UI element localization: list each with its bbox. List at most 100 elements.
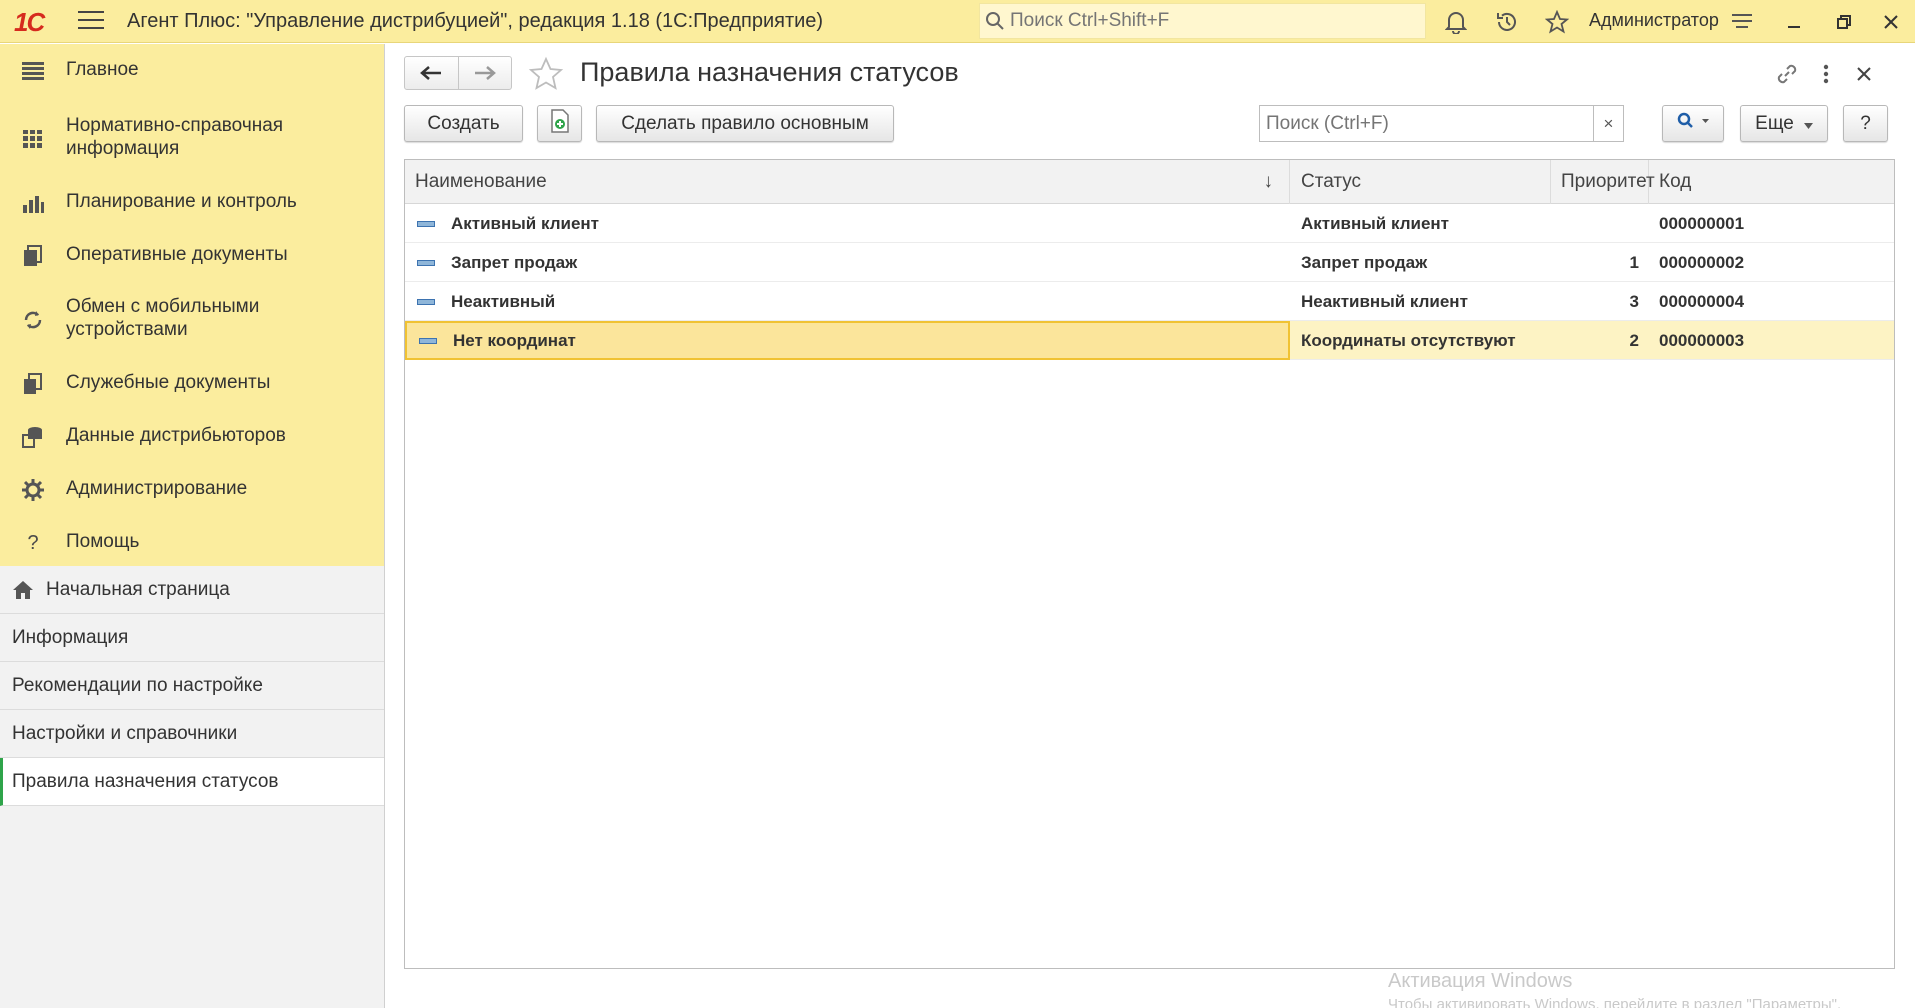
- table-row-selected[interactable]: Нет координат Координаты отсутствуют 2 0…: [405, 321, 1894, 360]
- minimize-icon[interactable]: [1780, 8, 1808, 36]
- bell-icon[interactable]: [1442, 8, 1470, 36]
- section-label: Администрирование: [66, 478, 248, 499]
- table-row[interactable]: Активный клиент Активный клиент 00000000…: [405, 204, 1894, 243]
- gear-icon: [20, 477, 46, 503]
- section-planning[interactable]: Планирование и контроль: [0, 190, 384, 220]
- more-label: Еще: [1755, 112, 1794, 134]
- main-form: Правила назначения статусов Создать Сдел…: [386, 44, 1915, 1008]
- column-header-status[interactable]: Статус: [1291, 160, 1551, 204]
- cell-code: 000000001: [1659, 213, 1745, 233]
- column-label: Код: [1659, 171, 1692, 192]
- create-button[interactable]: Создать: [404, 105, 523, 142]
- open-window-home[interactable]: Начальная страница: [0, 566, 384, 614]
- windows-activation-text: Чтобы активировать Windows, перейдите в …: [1388, 996, 1842, 1008]
- open-window-label: Правила назначения статусов: [12, 770, 279, 792]
- section-label: Нормативно-справочная информация: [66, 115, 284, 159]
- question-icon: ?: [27, 531, 39, 554]
- cell-code: 000000004: [1659, 291, 1745, 311]
- column-header-code[interactable]: Код: [1649, 160, 1894, 204]
- section-mobile-exchange[interactable]: Обмен с мобильными устройствами: [0, 295, 384, 345]
- home-icon: [12, 580, 34, 600]
- cell-priority: 3: [1629, 291, 1639, 311]
- cell-priority: 1: [1629, 252, 1639, 272]
- open-window-status-rules[interactable]: Правила назначения статусов: [0, 758, 384, 806]
- search-icon: [1676, 112, 1710, 136]
- cell-status: Запрет продаж: [1301, 252, 1428, 272]
- sidebar: Главное Нормативно-справочная информация…: [0, 44, 385, 1008]
- sections-panel: Главное Нормативно-справочная информация…: [0, 44, 384, 566]
- forward-arrow-icon[interactable]: [457, 57, 512, 89]
- cell-name: Нет координат: [453, 330, 576, 350]
- column-header-name[interactable]: Наименование ↓: [405, 160, 1290, 204]
- column-header-priority[interactable]: Приоритет: [1551, 160, 1655, 204]
- cell-status: Активный клиент: [1301, 213, 1449, 233]
- sort-desc-icon: ↓: [1263, 171, 1274, 192]
- cell-code: 000000002: [1659, 252, 1745, 272]
- column-label: Наименование: [415, 171, 547, 192]
- table-row[interactable]: Неактивный Неактивный клиент 3 000000004: [405, 282, 1894, 321]
- more-vertical-icon[interactable]: [1812, 60, 1840, 88]
- section-label: Обмен с мобильными устройствами: [66, 296, 260, 340]
- close-form-icon[interactable]: [1850, 60, 1878, 88]
- section-label: Данные дистрибьюторов: [66, 425, 286, 446]
- windows-activation-title: Активация Windows: [1388, 970, 1573, 992]
- add-copy-icon: [549, 108, 571, 139]
- section-label: Оперативные документы: [66, 244, 288, 265]
- page-title: Правила назначения статусов: [580, 57, 959, 87]
- section-label: Планирование и контроль: [66, 191, 297, 212]
- table-row[interactable]: Запрет продаж Запрет продаж 1 000000002: [405, 243, 1894, 282]
- directory-icon: [20, 126, 46, 152]
- add-to-favorites-icon[interactable]: [528, 56, 564, 92]
- catalog-item-icon: [417, 298, 435, 305]
- app-title: Агент Плюс: "Управление дистрибуцией", р…: [127, 10, 824, 32]
- open-window-label: Информация: [12, 626, 129, 648]
- list-search-input[interactable]: [1260, 106, 1593, 141]
- section-distributor-data[interactable]: Данные дистрибьюторов: [0, 424, 384, 454]
- rules-table[interactable]: Наименование ↓ Статус Приоритет Код Акти…: [404, 159, 1895, 969]
- global-search-input[interactable]: [1010, 10, 1410, 32]
- more-menu-button[interactable]: Еще: [1740, 105, 1828, 142]
- restore-icon[interactable]: [1830, 8, 1858, 36]
- documents-icon: [20, 243, 46, 269]
- section-operational-docs[interactable]: Оперативные документы: [0, 243, 384, 273]
- section-administration[interactable]: Администрирование: [0, 477, 384, 507]
- cell-priority: [1551, 204, 1639, 243]
- history-icon[interactable]: [1493, 8, 1521, 36]
- column-label: Статус: [1301, 171, 1362, 192]
- global-search[interactable]: [979, 3, 1426, 39]
- section-label: Помощь: [66, 531, 140, 552]
- section-service-docs[interactable]: Служебные документы: [0, 371, 384, 401]
- make-main-rule-button[interactable]: Сделать правило основным: [596, 105, 894, 142]
- open-window-info[interactable]: Информация: [0, 614, 384, 662]
- menu-lines-icon: [20, 58, 46, 84]
- close-icon[interactable]: [1877, 8, 1905, 36]
- clear-search-button[interactable]: ×: [1593, 106, 1623, 141]
- section-reference-info[interactable]: Нормативно-справочная информация: [0, 114, 384, 164]
- back-arrow-icon[interactable]: [405, 57, 458, 89]
- search-icon: [980, 3, 1010, 39]
- settings-lines-icon[interactable]: [1728, 8, 1756, 36]
- section-help[interactable]: ? Помощь: [0, 530, 384, 560]
- cell-name: Неактивный: [451, 291, 556, 311]
- favorites-star-icon[interactable]: [1543, 8, 1571, 36]
- bar-chart-icon: [20, 190, 46, 216]
- search-options-button[interactable]: [1662, 105, 1724, 142]
- main-menu-icon[interactable]: [78, 11, 104, 31]
- open-window-settings[interactable]: Настройки и справочники: [0, 710, 384, 758]
- catalog-item-icon: [417, 259, 435, 266]
- title-bar: 1С Агент Плюс: "Управление дистрибуцией"…: [0, 0, 1915, 43]
- help-button[interactable]: ?: [1843, 105, 1888, 142]
- cell-code: 000000003: [1659, 330, 1745, 350]
- link-icon[interactable]: [1773, 60, 1801, 88]
- copy-button[interactable]: [537, 105, 582, 142]
- section-main[interactable]: Главное: [0, 58, 384, 88]
- current-user[interactable]: Администратор: [1589, 10, 1719, 31]
- sync-icon: [20, 307, 46, 333]
- catalog-item-icon: [419, 337, 437, 344]
- column-label: Приоритет: [1561, 171, 1655, 192]
- navigation-buttons: [404, 56, 512, 90]
- open-window-recommendations[interactable]: Рекомендации по настройке: [0, 662, 384, 710]
- open-windows-list: Начальная страница Информация Рекомендац…: [0, 566, 384, 806]
- section-label: Главное: [66, 59, 139, 80]
- distributor-data-icon: [20, 424, 46, 450]
